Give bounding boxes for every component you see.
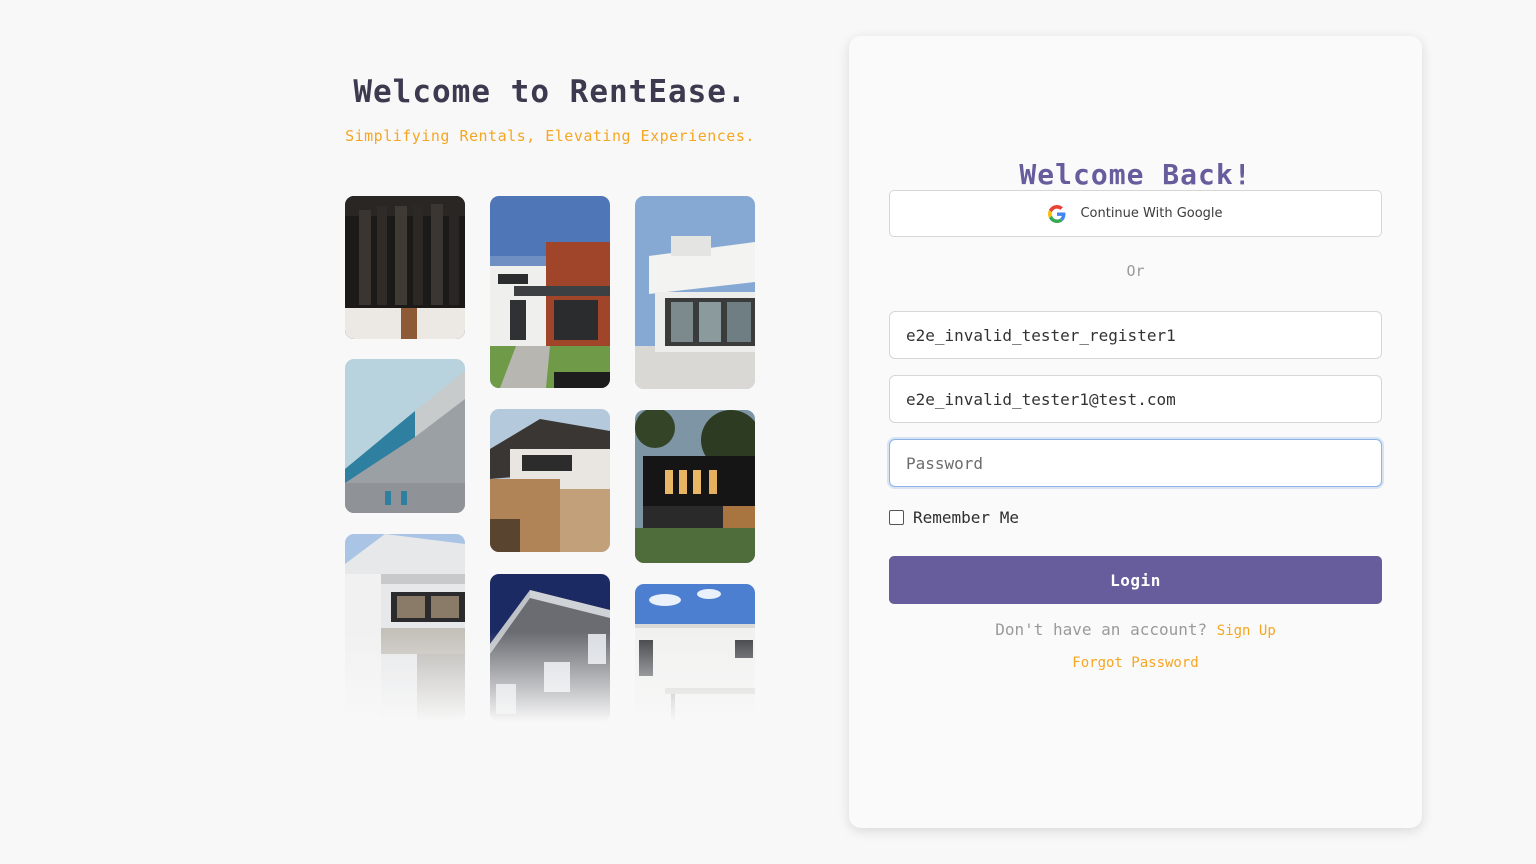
username-input[interactable] <box>889 311 1382 359</box>
remember-me-label: Remember Me <box>913 508 1019 527</box>
hero-title: Welcome to RentEase. <box>353 74 747 110</box>
forgot-password-link[interactable]: Forgot Password <box>1072 655 1198 671</box>
signup-prompt: Don't have an account? Sign Up <box>849 620 1422 639</box>
gallery-photo-angular-facade-building <box>345 359 465 513</box>
photo-gallery <box>345 196 755 722</box>
remember-me-row[interactable]: Remember Me <box>889 508 1019 527</box>
or-divider: Or <box>1126 262 1145 280</box>
no-account-text: Don't have an account? <box>995 620 1208 639</box>
google-button-label: Continue With Google <box>1080 206 1223 221</box>
login-title: Welcome Back! <box>1019 158 1252 191</box>
forgot-password-row: Forgot Password <box>849 652 1422 671</box>
gallery-photo-timber-house <box>490 409 610 552</box>
login-card: Welcome Back! Continue With Google Or Re… <box>849 36 1422 828</box>
login-page: Welcome to RentEase. Simplifying Rentals… <box>0 0 1536 864</box>
password-input[interactable] <box>889 439 1382 487</box>
gallery-photo-black-house-lit-windows <box>635 410 755 563</box>
sign-up-link[interactable]: Sign Up <box>1217 623 1276 639</box>
login-button[interactable]: Login <box>889 556 1382 604</box>
google-icon <box>1048 204 1066 223</box>
gallery-photo-white-house-glass-doors <box>635 196 755 389</box>
email-input[interactable] <box>889 375 1382 423</box>
gallery-photo-modern-house-red-cladding <box>490 196 610 388</box>
remember-me-checkbox[interactable] <box>889 510 904 525</box>
hero-subtitle: Simplifying Rentals, Elevating Experienc… <box>345 127 755 145</box>
continue-with-google-button[interactable]: Continue With Google <box>889 190 1382 237</box>
gallery-photo-dark-slatted-building <box>345 196 465 339</box>
gallery-fade-overlay <box>345 632 755 722</box>
